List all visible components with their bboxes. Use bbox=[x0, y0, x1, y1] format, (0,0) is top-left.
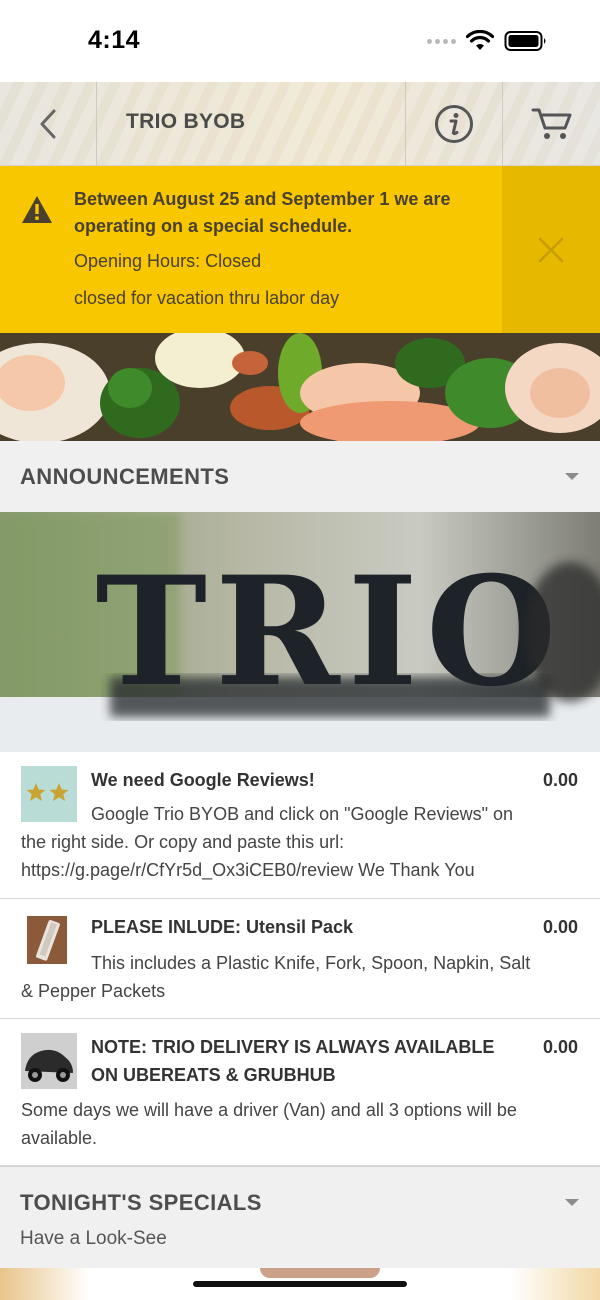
signal-icon bbox=[427, 38, 456, 44]
info-button[interactable] bbox=[405, 82, 503, 166]
status-time: 4:14 bbox=[88, 26, 141, 54]
chevron-down-icon bbox=[565, 1199, 579, 1206]
alert-note: closed for vacation thru labor day bbox=[74, 288, 340, 308]
trio-sign-image: TRIO bbox=[0, 512, 600, 752]
battery-icon bbox=[504, 31, 546, 51]
chevron-left-icon bbox=[40, 109, 56, 139]
back-button[interactable] bbox=[0, 82, 97, 166]
wifi-icon bbox=[466, 30, 494, 50]
alert-hours: Opening Hours: Closed bbox=[74, 251, 262, 271]
item-description: Some days we will have a driver (Van) an… bbox=[21, 1100, 517, 1148]
cart-icon bbox=[531, 108, 571, 139]
car-icon bbox=[21, 1033, 77, 1089]
item-price: 0.00 bbox=[542, 1037, 578, 1057]
list-item[interactable]: PLEASE INLUDE: Utensil Pack 0.00 This in… bbox=[0, 899, 600, 1019]
food-hero-image bbox=[0, 333, 600, 441]
announcements-header[interactable]: ANNOUNCEMENTS bbox=[0, 441, 600, 512]
list-item[interactable]: NOTE: TRIO DELIVERY IS ALWAYS AVAILABLE … bbox=[0, 1019, 600, 1166]
status-bar: 4:14 bbox=[0, 0, 600, 82]
cart-button[interactable] bbox=[503, 82, 600, 166]
info-icon bbox=[435, 105, 473, 143]
specials-header[interactable]: TONIGHT'S SPECIALS Have a Look-See bbox=[0, 1166, 600, 1268]
alert-headline: Between August 25 and September 1 we are… bbox=[74, 189, 451, 236]
item-description: Google Trio BYOB and click on "Google Re… bbox=[21, 804, 513, 880]
trio-sign-photo: TRIO bbox=[0, 512, 600, 752]
restaurant-title: TRIO BYOB bbox=[126, 110, 246, 133]
specials-subtitle: Have a Look-See bbox=[20, 1228, 167, 1249]
warning-icon bbox=[22, 196, 52, 223]
item-title: NOTE: TRIO DELIVERY IS ALWAYS AVAILABLE … bbox=[91, 1037, 495, 1085]
list-item[interactable]: We need Google Reviews! 0.00 Google Trio… bbox=[0, 752, 600, 899]
specials-title: TONIGHT'S SPECIALS bbox=[20, 1190, 262, 1215]
announcements-title: ANNOUNCEMENTS bbox=[20, 464, 230, 489]
item-description: This includes a Plastic Knife, Fork, Spo… bbox=[21, 953, 531, 1001]
item-price: 0.00 bbox=[542, 917, 578, 937]
alert-close-button[interactable] bbox=[502, 166, 600, 333]
trio-sign-text: TRIO bbox=[95, 544, 564, 720]
item-title: PLEASE INLUDE: Utensil Pack bbox=[91, 917, 354, 937]
nav-bar: TRIO BYOB bbox=[0, 82, 600, 166]
food-photo bbox=[0, 333, 600, 441]
chevron-down-icon bbox=[565, 473, 579, 480]
item-price: 0.00 bbox=[542, 770, 578, 790]
item-title: We need Google Reviews! bbox=[91, 770, 315, 790]
home-indicator[interactable] bbox=[193, 1281, 407, 1287]
close-icon bbox=[538, 237, 564, 262]
car-thumbnail bbox=[21, 1033, 77, 1089]
status-icons bbox=[427, 28, 548, 54]
